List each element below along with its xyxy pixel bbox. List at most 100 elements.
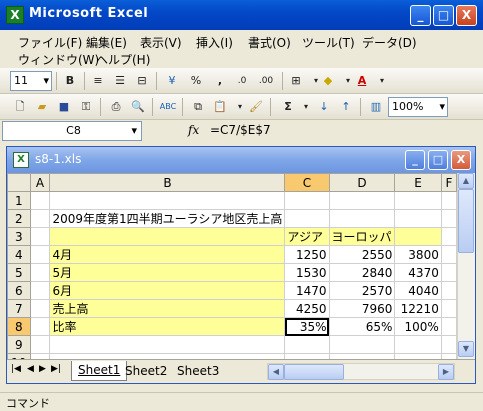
cell[interactable] [29,227,51,246]
cell[interactable] [440,191,457,210]
cell[interactable] [394,227,442,246]
scroll-up-icon[interactable]: ▲ [458,173,474,189]
merge-center-icon[interactable]: ⊟ [132,71,152,91]
cell[interactable]: 2570 [328,281,396,300]
menu-insert[interactable]: 挿入(I) [196,34,233,51]
cell-title[interactable]: 2009年度第1四半期ユーラシア地区売上高 [49,209,286,228]
cell[interactable]: 12210 [394,299,442,318]
chevron-down-icon[interactable]: ▾ [372,71,392,91]
cell[interactable]: 7960 [328,299,396,318]
zoom-select[interactable]: 100% ▾ [388,97,448,117]
active-cell[interactable]: 35% [284,317,330,336]
worksheet-grid[interactable]: A B C D E F 1 2 2009年度第1四半期ユーラシア地区売上高 3 … [7,173,457,359]
cell[interactable] [328,191,396,210]
format-painter-icon[interactable]: 🖌 [246,97,266,117]
row-header[interactable]: 1 [7,191,31,210]
tab-sheet3[interactable]: Sheet3 [177,364,219,378]
cell[interactable]: 2840 [328,263,396,282]
spelling-icon[interactable]: ABC [158,97,178,117]
cell[interactable] [440,299,457,318]
row-header[interactable]: 6 [7,281,31,300]
cell[interactable] [284,191,330,210]
cell[interactable] [29,209,51,228]
cell[interactable]: 1530 [284,263,330,282]
permission-icon[interactable]: ⚿ [76,97,96,117]
menu-file[interactable]: ファイル(F) [18,34,82,51]
select-all-corner[interactable] [7,173,31,192]
fx-icon[interactable]: fx [188,123,199,137]
cell[interactable] [394,209,442,228]
cell[interactable]: 2550 [328,245,396,264]
cell[interactable] [49,191,286,210]
increase-decimal-button[interactable]: .0 [232,71,252,91]
next-sheet-icon[interactable]: ▶ [39,364,46,374]
cell[interactable]: 1470 [284,281,330,300]
scroll-right-icon[interactable]: ▶ [438,364,454,380]
tab-sheet2[interactable]: Sheet2 [125,364,167,378]
column-header[interactable]: F [440,173,457,192]
cell[interactable] [440,209,457,228]
copy-icon[interactable]: ⧉ [188,97,208,117]
paste-icon[interactable]: 📋 [210,97,230,117]
print-preview-icon[interactable]: 🔍 [128,97,148,117]
cell[interactable]: アジア [284,227,330,246]
workbook-minimize-button[interactable]: _ [405,150,425,170]
cell[interactable]: 65% [328,317,396,336]
cell[interactable]: 4月 [49,245,286,264]
cell[interactable]: 比率 [49,317,286,336]
cell[interactable] [328,335,396,354]
menu-format[interactable]: 書式(O) [248,34,291,51]
cell[interactable] [440,227,457,246]
column-header[interactable]: D [328,173,396,192]
cell[interactable] [440,335,457,354]
menu-edit[interactable]: 編集(E) [86,34,127,51]
decrease-decimal-button[interactable]: .00 [256,71,276,91]
currency-icon[interactable]: ¥ [162,71,182,91]
cell[interactable] [284,209,330,228]
excel-app-icon[interactable]: X [6,6,24,24]
cell[interactable]: 5月 [49,263,286,282]
cell[interactable] [29,263,51,282]
cell[interactable]: 4040 [394,281,442,300]
cell[interactable] [394,191,442,210]
cell[interactable] [29,281,51,300]
new-file-icon[interactable]: 🗋 [10,97,30,117]
hscroll-thumb[interactable] [284,364,344,380]
cell[interactable] [440,317,457,336]
cell[interactable]: ヨーロッパ [328,227,396,246]
cell[interactable] [440,281,457,300]
cell[interactable]: 6月 [49,281,286,300]
cell[interactable] [329,209,396,228]
percent-style-button[interactable]: % [186,71,206,91]
row-header[interactable]: 2 [7,209,31,228]
cell[interactable] [29,191,51,210]
chevron-down-icon[interactable]: ▾ [296,97,316,117]
row-header[interactable]: 3 [7,227,31,246]
prev-sheet-icon[interactable]: ◀ [27,364,34,374]
menu-help[interactable]: ヘルプ(H) [96,51,150,68]
column-header[interactable]: A [29,173,51,192]
font-size-select[interactable]: 11 ▾ [10,71,52,91]
horizontal-scrollbar[interactable]: ◀ ▶ [267,363,455,380]
first-sheet-icon[interactable]: |◀ [11,364,21,374]
comma-style-button[interactable]: , [210,71,230,91]
autosum-button[interactable]: Σ [278,97,298,117]
cell[interactable]: 100% [394,317,442,336]
cell[interactable]: 4250 [284,299,330,318]
borders-icon[interactable]: ⊞ [286,71,306,91]
sort-ascending-icon[interactable]: ↓ [314,97,334,117]
bold-button[interactable]: B [60,71,80,91]
column-header[interactable]: B [49,173,286,192]
cell[interactable] [49,335,286,354]
cell[interactable] [29,317,51,336]
cell[interactable] [29,245,51,264]
menu-view[interactable]: 表示(V) [140,34,182,51]
workbook-icon[interactable]: X [13,152,29,168]
tab-sheet1[interactable]: Sheet1 [71,361,128,381]
row-header[interactable]: 8 [7,317,31,336]
row-header[interactable]: 4 [7,245,31,264]
sort-descending-icon[interactable]: ↑ [336,97,356,117]
maximize-button[interactable]: □ [433,5,454,26]
open-folder-icon[interactable]: ▰ [32,97,52,117]
cell[interactable] [440,245,457,264]
